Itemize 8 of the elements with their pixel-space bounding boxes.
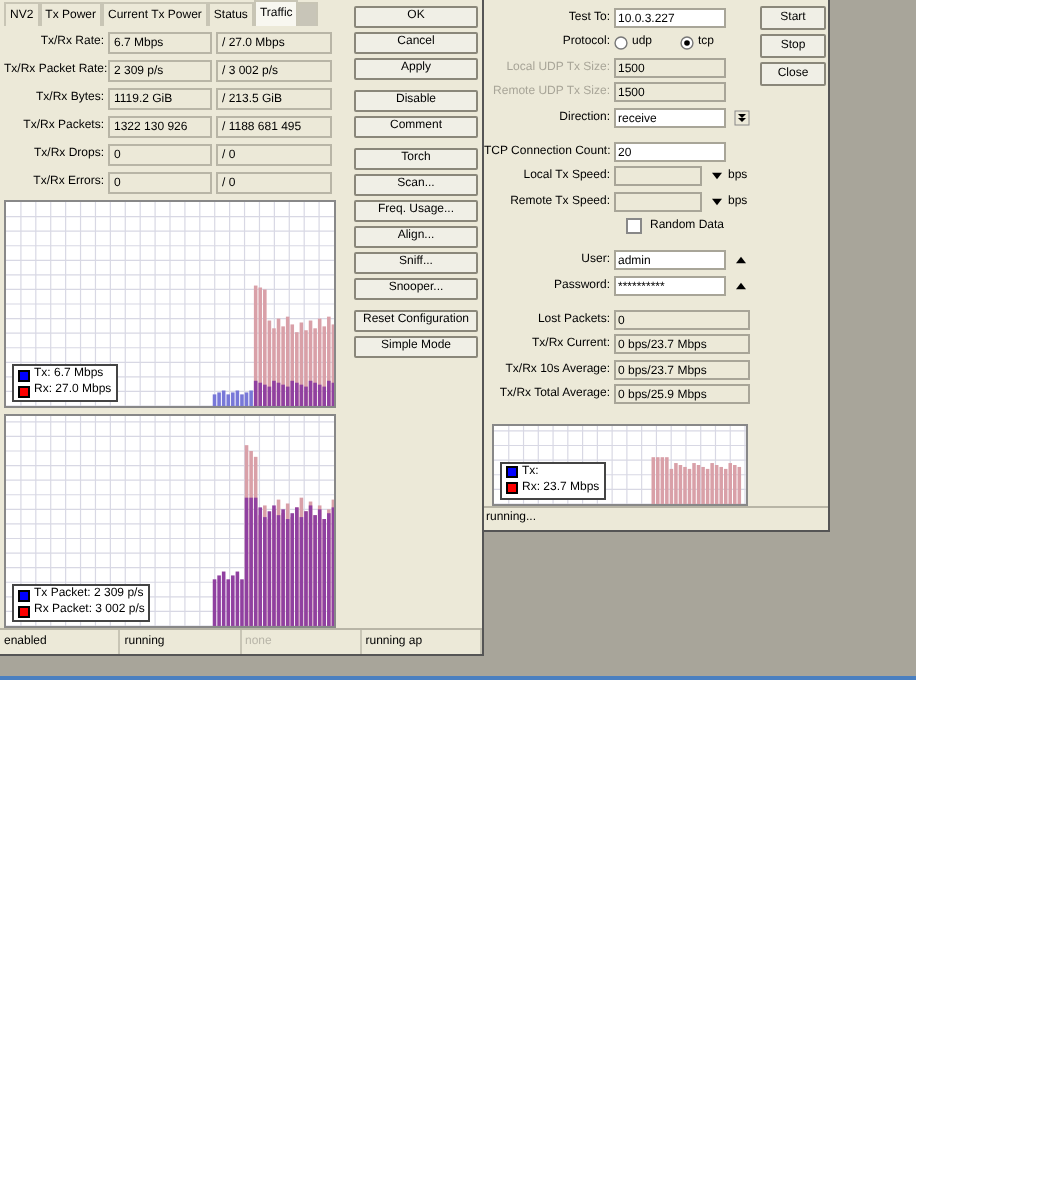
dropdown-arrow-icon[interactable] bbox=[712, 172, 722, 180]
checkbox[interactable] bbox=[626, 218, 642, 234]
radio-button[interactable] bbox=[680, 35, 695, 49]
collapse-arrow-icon[interactable] bbox=[736, 281, 746, 289]
dropdown-icon[interactable] bbox=[734, 109, 750, 125]
radio-button[interactable] bbox=[614, 35, 628, 49]
collapse-arrow-icon[interactable] bbox=[736, 256, 746, 264]
dropdown-arrow-icon[interactable] bbox=[712, 197, 722, 205]
